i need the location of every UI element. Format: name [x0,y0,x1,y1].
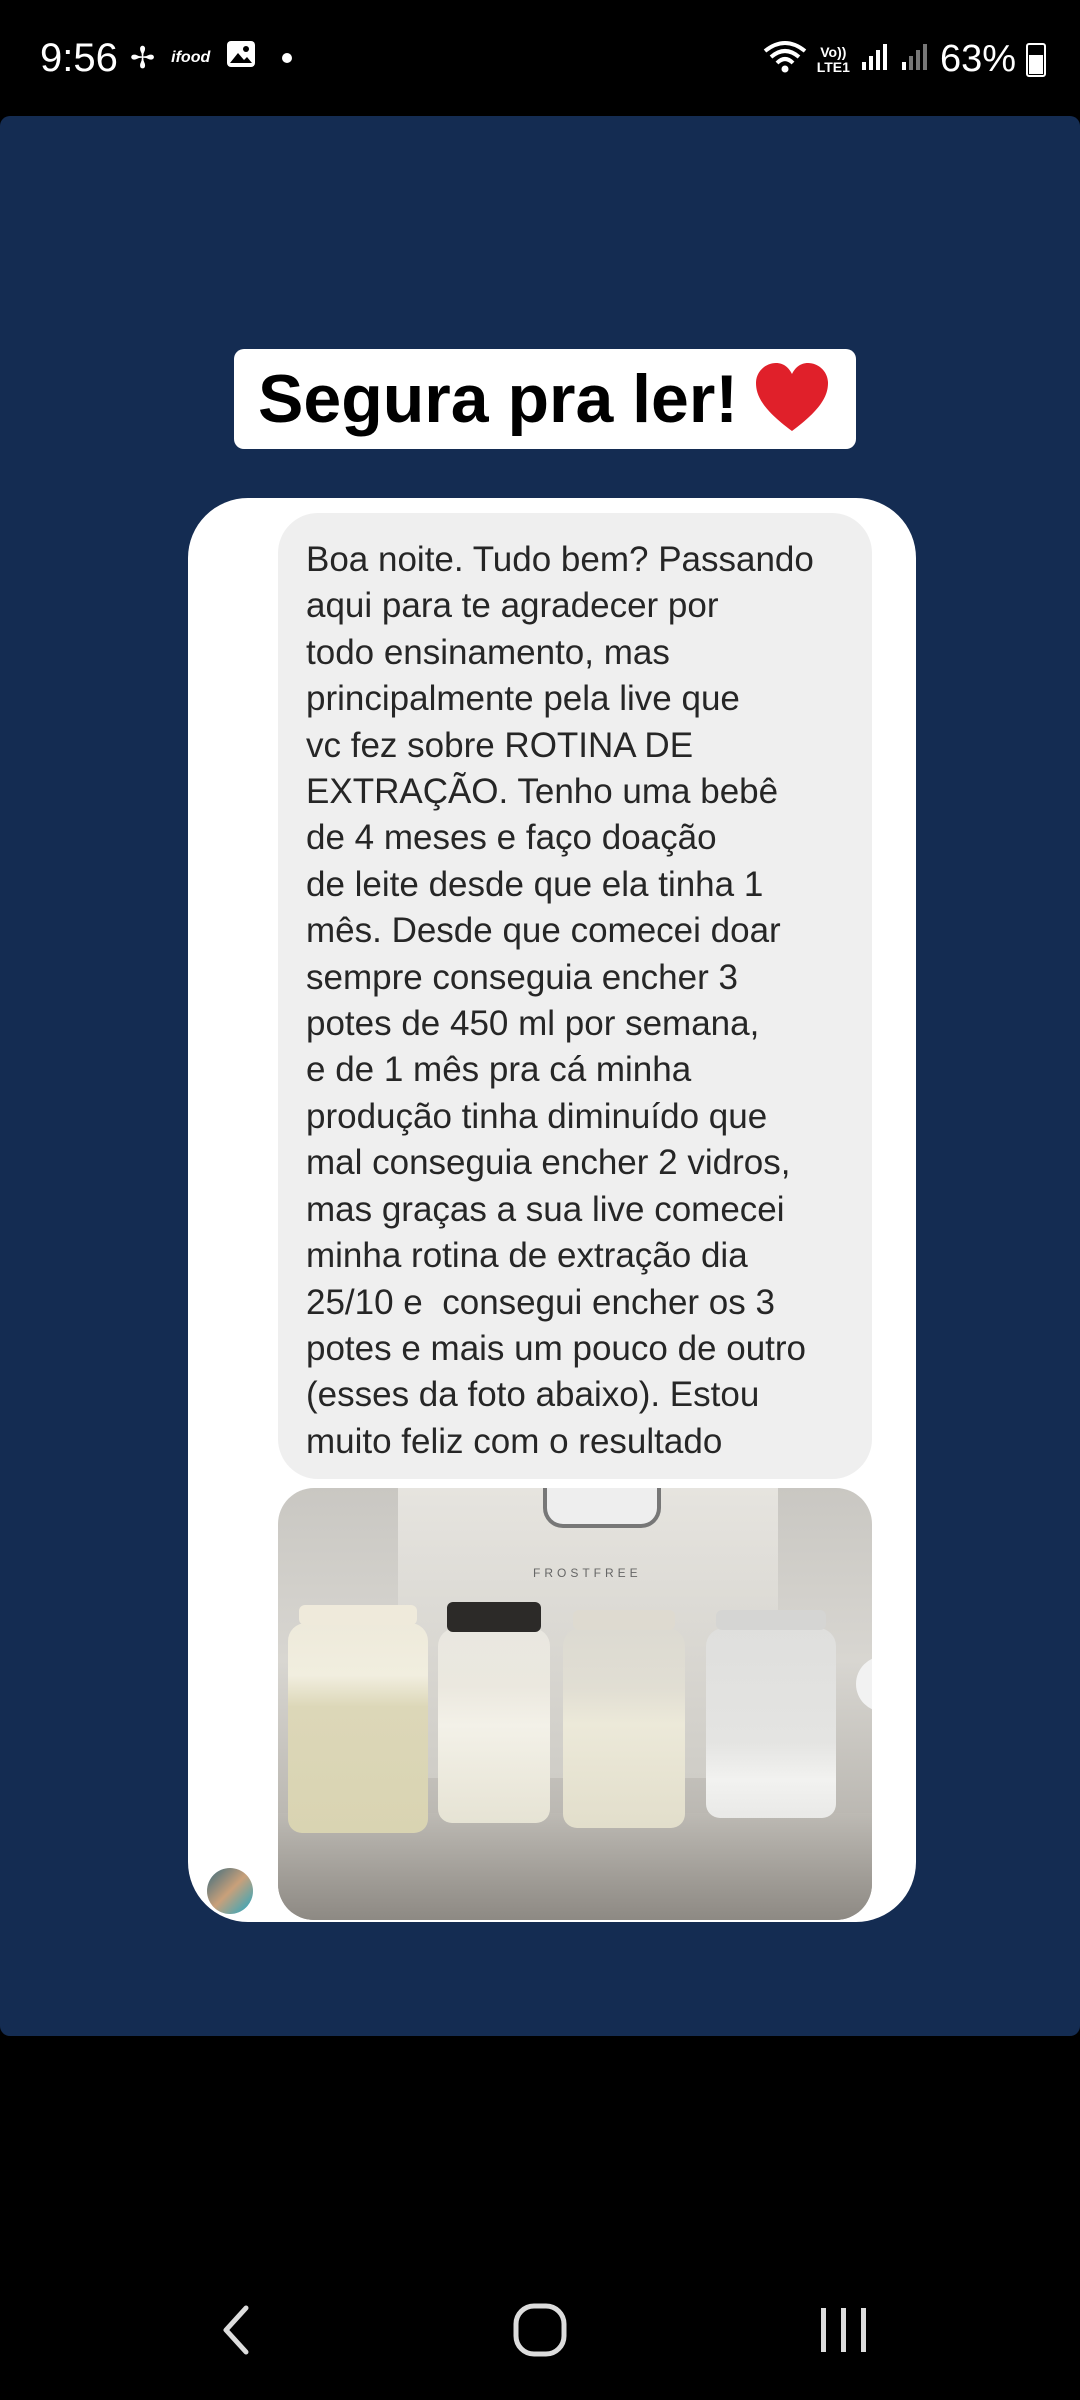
milk-jars-photo: FROSTFREE [278,1488,872,1920]
message-line: produção tinha diminuído que [306,1096,768,1136]
status-bar: 9:56 ✢ ifood Vo)) LTE1 63% [0,0,1080,116]
message-line: e de 1 mês pra cá minha [306,1050,692,1090]
home-icon[interactable] [510,2300,570,2360]
avatar [207,1868,253,1914]
gallery-icon [226,40,256,76]
message-bubble: Boa noite. Tudo bem? Passando aqui para … [278,513,872,1479]
milk-jar [438,1602,550,1823]
message-line: 25/10 e consegui encher os 3 [306,1282,775,1322]
dot-icon [282,53,293,63]
message-line: principalmente pela live que [306,679,740,719]
milk-jar [563,1610,685,1828]
notification-icons: ✢ ifood [130,40,293,76]
signal-icon [860,42,890,77]
message-line: mês. Desde que comecei doar [306,911,781,951]
message-line: EXTRAÇÃO. Tenho uma bebê [306,772,779,812]
battery-icon [1026,42,1046,77]
signal-2-icon [900,42,930,77]
message-line: muito feliz com o resultado [306,1421,723,1461]
message-line: vc fez sobre ROTINA DE [306,725,694,765]
wifi-icon [763,39,807,80]
message-line: minha rotina de extração dia [306,1236,748,1276]
fridge-vent [543,1488,661,1528]
chat-screenshot: Boa noite. Tudo bem? Passando aqui para … [188,498,916,1922]
chevron-down-icon [856,1656,872,1712]
message-line: aqui para te agradecer por [306,586,719,626]
caption-text: Segura pra ler! [258,361,738,437]
fridge-brand: FROSTFREE [533,1566,642,1580]
system-icons: Vo)) LTE1 63% [763,38,1046,81]
message-line: todo ensinamento, mas [306,632,670,672]
clock: 9:56 [40,36,118,80]
message-line: de 4 meses e faço doação [306,818,717,858]
message-line: potes e mais um pouco de outro [306,1328,807,1368]
story-caption: Segura pra ler! [234,349,856,449]
message-line: Boa noite. Tudo bem? Passando [306,540,814,579]
volte-indicator: Vo)) LTE1 [816,43,850,75]
battery-percent: 63% [939,38,1016,80]
message-line: (esses da foto abaixo). Estou [306,1375,760,1415]
pinwheel-icon: ✢ [130,41,156,75]
navigation-bar [0,2224,1080,2400]
message-line: mal conseguia encher 2 vidros, [306,1143,791,1183]
ifood-icon: ifood [171,49,211,66]
message-line: de leite desde que ela tinha 1 [306,864,764,904]
story-card[interactable]: Segura pra ler! Boa noite. Tudo bem? Pas… [0,116,1080,2036]
message-line: mas graças a sua live comecei [306,1189,785,1229]
back-icon[interactable] [216,2300,256,2360]
heart-icon [755,363,828,431]
message-line: potes de 450 ml por semana, [306,1004,760,1044]
message-line: sempre conseguia encher 3 [306,957,738,997]
milk-jar [706,1610,836,1818]
milk-jar [288,1605,428,1833]
recent-apps-icon[interactable] [815,2300,875,2360]
